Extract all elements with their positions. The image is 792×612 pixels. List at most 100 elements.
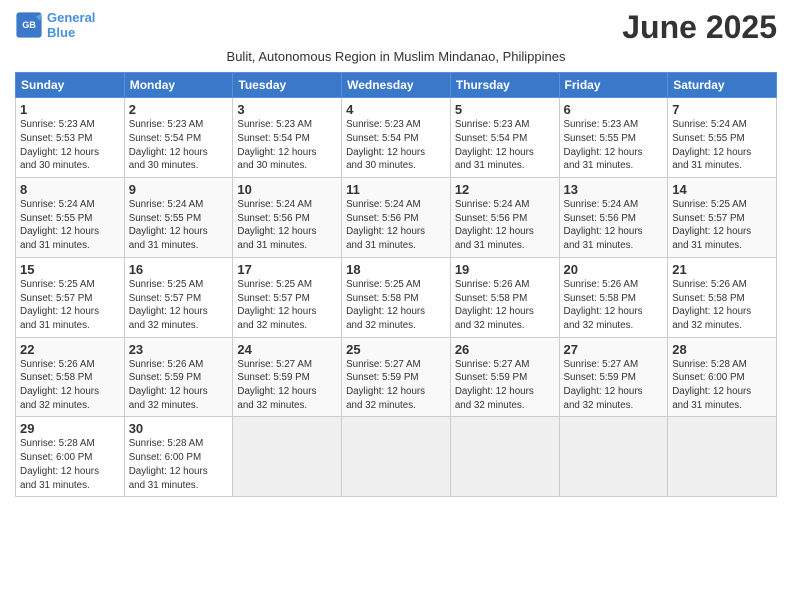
day-info: Sunrise: 5:24 AM Sunset: 5:56 PM Dayligh… (237, 198, 337, 253)
day-info: Sunrise: 5:24 AM Sunset: 5:55 PM Dayligh… (129, 198, 229, 253)
day-number: 17 (237, 262, 337, 277)
day-number: 5 (455, 102, 555, 117)
day-info: Sunrise: 5:23 AM Sunset: 5:54 PM Dayligh… (346, 118, 446, 173)
day-info: Sunrise: 5:27 AM Sunset: 5:59 PM Dayligh… (564, 358, 664, 413)
day-number: 24 (237, 342, 337, 357)
day-info: Sunrise: 5:25 AM Sunset: 5:57 PM Dayligh… (672, 198, 772, 253)
day-info: Sunrise: 5:23 AM Sunset: 5:55 PM Dayligh… (564, 118, 664, 173)
main-title: June 2025 (622, 10, 777, 45)
day-cell: 5Sunrise: 5:23 AM Sunset: 5:54 PM Daylig… (450, 98, 559, 178)
day-info: Sunrise: 5:27 AM Sunset: 5:59 PM Dayligh… (455, 358, 555, 413)
day-info: Sunrise: 5:28 AM Sunset: 6:00 PM Dayligh… (20, 437, 120, 492)
day-number: 21 (672, 262, 772, 277)
day-number: 19 (455, 262, 555, 277)
week-row-5: 29Sunrise: 5:28 AM Sunset: 6:00 PM Dayli… (16, 417, 777, 497)
day-cell: 28Sunrise: 5:28 AM Sunset: 6:00 PM Dayli… (668, 337, 777, 417)
calendar-body: 1Sunrise: 5:23 AM Sunset: 5:53 PM Daylig… (16, 98, 777, 497)
day-cell: 17Sunrise: 5:25 AM Sunset: 5:57 PM Dayli… (233, 257, 342, 337)
calendar-table: SundayMondayTuesdayWednesdayThursdayFrid… (15, 72, 777, 497)
day-cell: 18Sunrise: 5:25 AM Sunset: 5:58 PM Dayli… (342, 257, 451, 337)
day-number: 7 (672, 102, 772, 117)
day-cell: 3Sunrise: 5:23 AM Sunset: 5:54 PM Daylig… (233, 98, 342, 178)
day-info: Sunrise: 5:24 AM Sunset: 5:56 PM Dayligh… (564, 198, 664, 253)
day-cell: 25Sunrise: 5:27 AM Sunset: 5:59 PM Dayli… (342, 337, 451, 417)
day-number: 1 (20, 102, 120, 117)
day-info: Sunrise: 5:26 AM Sunset: 5:58 PM Dayligh… (672, 278, 772, 333)
day-number: 13 (564, 182, 664, 197)
day-info: Sunrise: 5:27 AM Sunset: 5:59 PM Dayligh… (346, 358, 446, 413)
day-number: 9 (129, 182, 229, 197)
day-header-wednesday: Wednesday (342, 73, 451, 98)
day-info: Sunrise: 5:25 AM Sunset: 5:57 PM Dayligh… (237, 278, 337, 333)
day-cell: 26Sunrise: 5:27 AM Sunset: 5:59 PM Dayli… (450, 337, 559, 417)
day-cell: 1Sunrise: 5:23 AM Sunset: 5:53 PM Daylig… (16, 98, 125, 178)
day-header-thursday: Thursday (450, 73, 559, 98)
day-number: 22 (20, 342, 120, 357)
week-row-2: 8Sunrise: 5:24 AM Sunset: 5:55 PM Daylig… (16, 178, 777, 258)
day-number: 4 (346, 102, 446, 117)
day-cell: 7Sunrise: 5:24 AM Sunset: 5:55 PM Daylig… (668, 98, 777, 178)
week-row-1: 1Sunrise: 5:23 AM Sunset: 5:53 PM Daylig… (16, 98, 777, 178)
day-number: 29 (20, 421, 120, 436)
day-cell (342, 417, 451, 497)
svg-text:GB: GB (22, 20, 36, 30)
day-number: 20 (564, 262, 664, 277)
calendar-header: SundayMondayTuesdayWednesdayThursdayFrid… (16, 73, 777, 98)
day-info: Sunrise: 5:28 AM Sunset: 6:00 PM Dayligh… (129, 437, 229, 492)
day-cell: 4Sunrise: 5:23 AM Sunset: 5:54 PM Daylig… (342, 98, 451, 178)
day-info: Sunrise: 5:25 AM Sunset: 5:57 PM Dayligh… (129, 278, 229, 333)
day-cell: 6Sunrise: 5:23 AM Sunset: 5:55 PM Daylig… (559, 98, 668, 178)
day-cell: 10Sunrise: 5:24 AM Sunset: 5:56 PM Dayli… (233, 178, 342, 258)
day-cell: 20Sunrise: 5:26 AM Sunset: 5:58 PM Dayli… (559, 257, 668, 337)
day-info: Sunrise: 5:23 AM Sunset: 5:54 PM Dayligh… (455, 118, 555, 173)
day-number: 15 (20, 262, 120, 277)
day-cell: 21Sunrise: 5:26 AM Sunset: 5:58 PM Dayli… (668, 257, 777, 337)
day-cell: 14Sunrise: 5:25 AM Sunset: 5:57 PM Dayli… (668, 178, 777, 258)
day-cell: 22Sunrise: 5:26 AM Sunset: 5:58 PM Dayli… (16, 337, 125, 417)
day-header-saturday: Saturday (668, 73, 777, 98)
day-info: Sunrise: 5:24 AM Sunset: 5:55 PM Dayligh… (20, 198, 120, 253)
day-info: Sunrise: 5:26 AM Sunset: 5:58 PM Dayligh… (455, 278, 555, 333)
day-number: 6 (564, 102, 664, 117)
day-number: 18 (346, 262, 446, 277)
day-info: Sunrise: 5:26 AM Sunset: 5:59 PM Dayligh… (129, 358, 229, 413)
day-info: Sunrise: 5:24 AM Sunset: 5:56 PM Dayligh… (455, 198, 555, 253)
logo-text: General Blue (47, 10, 95, 40)
day-cell: 15Sunrise: 5:25 AM Sunset: 5:57 PM Dayli… (16, 257, 125, 337)
day-number: 14 (672, 182, 772, 197)
day-cell: 11Sunrise: 5:24 AM Sunset: 5:56 PM Dayli… (342, 178, 451, 258)
day-info: Sunrise: 5:27 AM Sunset: 5:59 PM Dayligh… (237, 358, 337, 413)
day-number: 28 (672, 342, 772, 357)
day-info: Sunrise: 5:24 AM Sunset: 5:55 PM Dayligh… (672, 118, 772, 173)
day-cell: 30Sunrise: 5:28 AM Sunset: 6:00 PM Dayli… (124, 417, 233, 497)
day-number: 12 (455, 182, 555, 197)
day-cell: 24Sunrise: 5:27 AM Sunset: 5:59 PM Dayli… (233, 337, 342, 417)
day-cell: 2Sunrise: 5:23 AM Sunset: 5:54 PM Daylig… (124, 98, 233, 178)
week-row-4: 22Sunrise: 5:26 AM Sunset: 5:58 PM Dayli… (16, 337, 777, 417)
day-info: Sunrise: 5:24 AM Sunset: 5:56 PM Dayligh… (346, 198, 446, 253)
day-cell: 13Sunrise: 5:24 AM Sunset: 5:56 PM Dayli… (559, 178, 668, 258)
day-number: 26 (455, 342, 555, 357)
week-row-3: 15 Sunrise: 5:25 AM Sunset: 5:57 PM Dayli… (16, 257, 777, 337)
day-cell: 8Sunrise: 5:24 AM Sunset: 5:55 PM Daylig… (16, 178, 125, 258)
day-number: 30 (129, 421, 229, 436)
logo-icon: GB (15, 11, 43, 39)
title-area: June 2025 (622, 10, 777, 45)
day-header-sunday: Sunday (16, 73, 125, 98)
day-cell (668, 417, 777, 497)
day-number: 11 (346, 182, 446, 197)
day-cell (559, 417, 668, 497)
day-number: 23 (129, 342, 229, 357)
day-info: Sunrise: 5:25 AM Sunset: 5:58 PM Dayligh… (346, 278, 446, 333)
day-info: Sunrise: 5:23 AM Sunset: 5:53 PM Dayligh… (20, 118, 120, 173)
day-cell: 9Sunrise: 5:24 AM Sunset: 5:55 PM Daylig… (124, 178, 233, 258)
logo: GB General Blue (15, 10, 95, 40)
day-number: 10 (237, 182, 337, 197)
day-cell: 27Sunrise: 5:27 AM Sunset: 5:59 PM Dayli… (559, 337, 668, 417)
day-info: Sunrise: 5:26 AM Sunset: 5:58 PM Dayligh… (564, 278, 664, 333)
header: GB General Blue June 2025 (15, 10, 777, 45)
day-header-tuesday: Tuesday (233, 73, 342, 98)
day-cell: 19Sunrise: 5:26 AM Sunset: 5:58 PM Dayli… (450, 257, 559, 337)
day-number: 16 (129, 262, 229, 277)
day-info: Sunrise: 5:28 AM Sunset: 6:00 PM Dayligh… (672, 358, 772, 413)
